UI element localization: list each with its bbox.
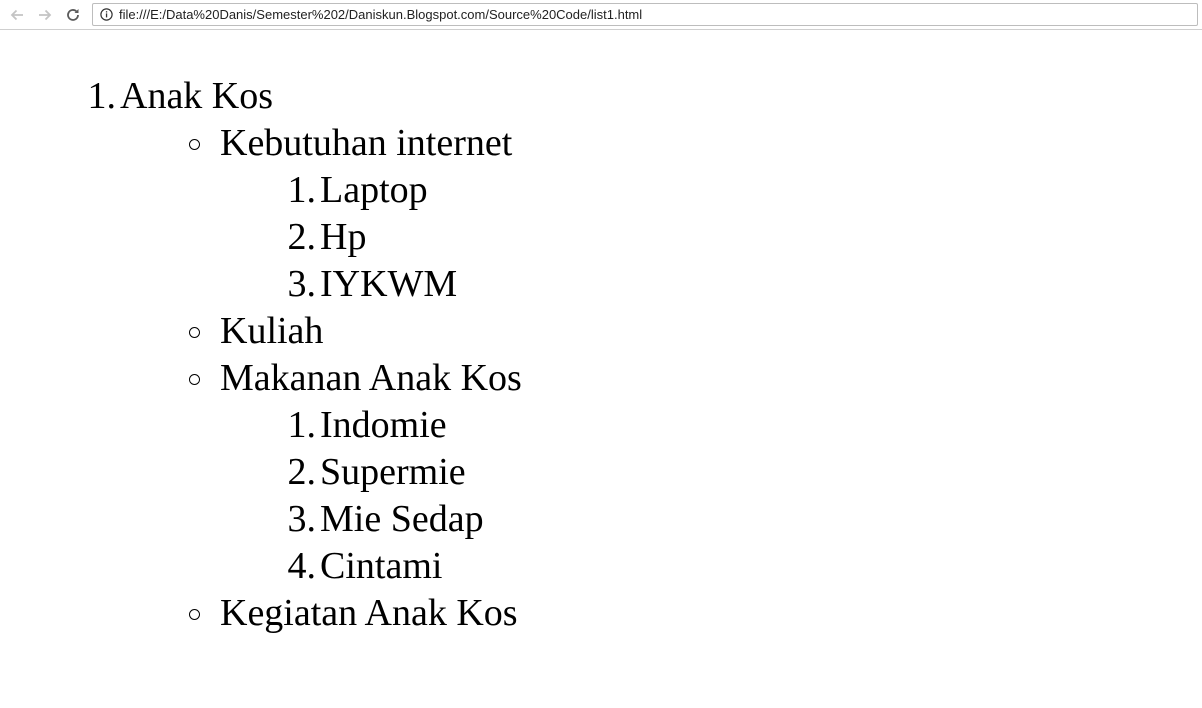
address-bar[interactable]: file:///E:/Data%20Danis/Semester%202/Dan… <box>92 3 1198 26</box>
circle-bullet-icon <box>189 374 200 385</box>
list-marker: 2. <box>287 451 317 493</box>
list-item-label: Kebutuhan internet <box>220 122 513 164</box>
list-marker: 1. <box>87 75 117 117</box>
arrow-left-icon <box>10 9 23 21</box>
list-item-label: Supermie <box>320 451 466 493</box>
page-content: 1. Anak Kos Kebutuhan internet 1. Laptop… <box>0 31 1202 708</box>
reload-button[interactable] <box>62 4 84 26</box>
browser-toolbar: file:///E:/Data%20Danis/Semester%202/Dan… <box>0 0 1202 30</box>
circle-bullet-icon <box>189 327 200 338</box>
list-item-label: Indomie <box>320 404 447 446</box>
back-button[interactable] <box>6 4 28 26</box>
circle-bullet-icon <box>189 609 200 620</box>
list-item-label: Kuliah <box>220 310 324 352</box>
forward-button[interactable] <box>34 4 56 26</box>
list-item-label: Anak Kos <box>120 75 274 117</box>
reload-icon <box>67 9 79 21</box>
list-marker: 3. <box>287 263 317 305</box>
arrow-right-icon <box>39 9 52 21</box>
list-marker: 4. <box>287 545 317 587</box>
list-item-label: Laptop <box>320 169 428 211</box>
list-item-label: IYKWM <box>320 263 458 305</box>
list-item-label: Cintami <box>320 545 443 587</box>
list-item-label: Hp <box>320 216 367 258</box>
list-item-label: Kegiatan Anak Kos <box>220 592 518 634</box>
info-icon[interactable] <box>99 8 113 22</box>
list-marker: 3. <box>287 498 317 540</box>
list-marker: 1. <box>287 169 317 211</box>
url-text[interactable]: file:///E:/Data%20Danis/Semester%202/Dan… <box>119 7 642 22</box>
circle-bullet-icon <box>189 139 200 150</box>
list-item-label: Mie Sedap <box>320 498 484 540</box>
list-marker: 1. <box>287 404 317 446</box>
list-marker: 2. <box>287 216 317 258</box>
list-item-label: Makanan Anak Kos <box>220 357 522 399</box>
